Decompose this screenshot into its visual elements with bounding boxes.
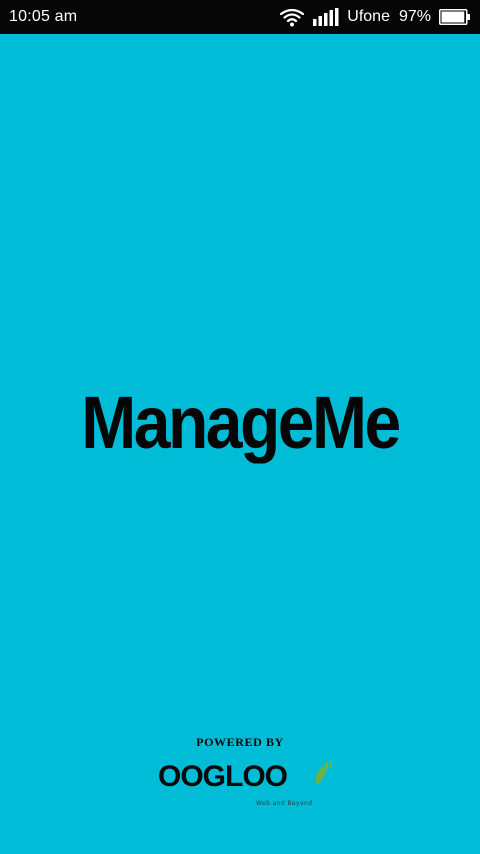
oogloo-logo: OOGLOO Web and Beyond <box>158 760 334 814</box>
status-time: 10:05 am <box>9 8 78 25</box>
splash-screen: 10:05 am Ufone 97% ManageMe POWERED BY O… <box>0 0 480 854</box>
battery-icon <box>439 9 470 25</box>
powered-by-label: POWERED BY <box>196 735 284 749</box>
status-bar: 10:05 am Ufone 97% <box>0 0 480 34</box>
logo-wordmark: OOGLOO <box>158 760 288 793</box>
splash-background: ManageMe POWERED BY OOGLOO Web and Beyon… <box>0 34 480 854</box>
battery-percent: 97% <box>398 8 431 25</box>
signal-icon <box>313 8 339 26</box>
wifi-icon <box>280 8 305 27</box>
status-indicators: Ufone 97% <box>279 6 470 28</box>
logo-tagline: Web and Beyond <box>256 800 313 807</box>
leaf-icon <box>315 761 332 784</box>
carrier-name: Ufone <box>347 8 390 25</box>
app-title: ManageMe <box>81 380 401 464</box>
